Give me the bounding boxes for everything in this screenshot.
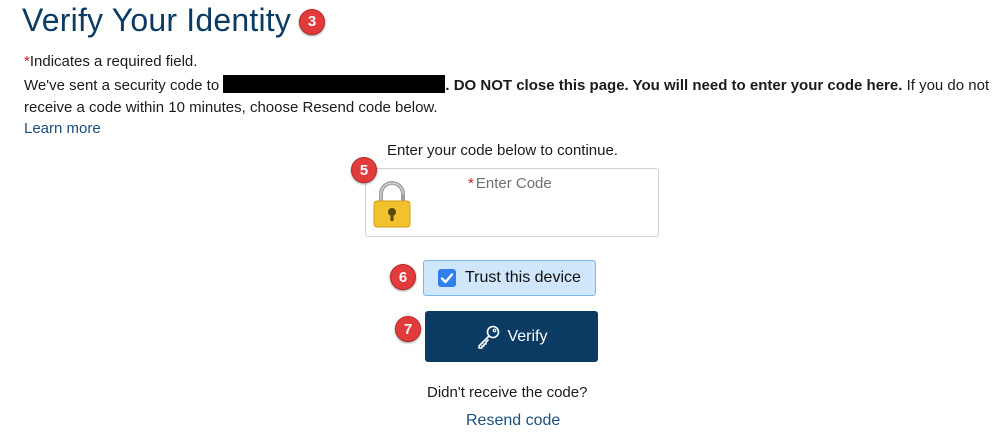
lock-icon: [372, 179, 412, 234]
info-prefix: We've sent a security code to: [24, 77, 224, 94]
checkbox-checked-icon[interactable]: [438, 269, 456, 287]
redacted-contact: [223, 75, 446, 93]
title-row: Verify Your Identity 3: [22, 2, 326, 39]
required-field-note: *Indicates a required field.: [24, 53, 197, 70]
verify-button[interactable]: Verify: [425, 311, 598, 362]
required-note-text: Indicates a required field.: [29, 53, 198, 70]
enter-code-prompt: Enter your code below to continue.: [387, 142, 618, 159]
trust-device-label: Trust this device: [465, 269, 581, 286]
step-badge-5: 5: [351, 157, 377, 183]
code-input[interactable]: * Enter Code: [365, 168, 659, 237]
step-badge-7: 7: [395, 316, 421, 342]
code-placeholder: * Enter Code: [468, 175, 552, 192]
page-title: Verify Your Identity: [22, 2, 292, 38]
step-badge-6: 6: [390, 264, 416, 290]
verify-identity-page: Verify Your Identity 3 *Indicates a requ…: [0, 0, 998, 438]
info-warning: . DO NOT close this page. You will need …: [445, 77, 903, 94]
code-placeholder-text: Enter Code: [475, 175, 552, 192]
step-badge-3: 3: [299, 8, 326, 35]
verify-button-label: Verify: [507, 327, 548, 345]
security-code-info: We've sent a security code to . DO NOT c…: [24, 75, 990, 119]
resend-code-link[interactable]: Resend code: [466, 412, 560, 430]
learn-more-link[interactable]: Learn more: [24, 120, 101, 137]
trust-device-checkbox[interactable]: Trust this device: [423, 260, 596, 296]
code-required-star: *: [468, 175, 474, 192]
key-icon: [475, 325, 501, 349]
no-code-question: Didn't receive the code?: [427, 384, 588, 401]
